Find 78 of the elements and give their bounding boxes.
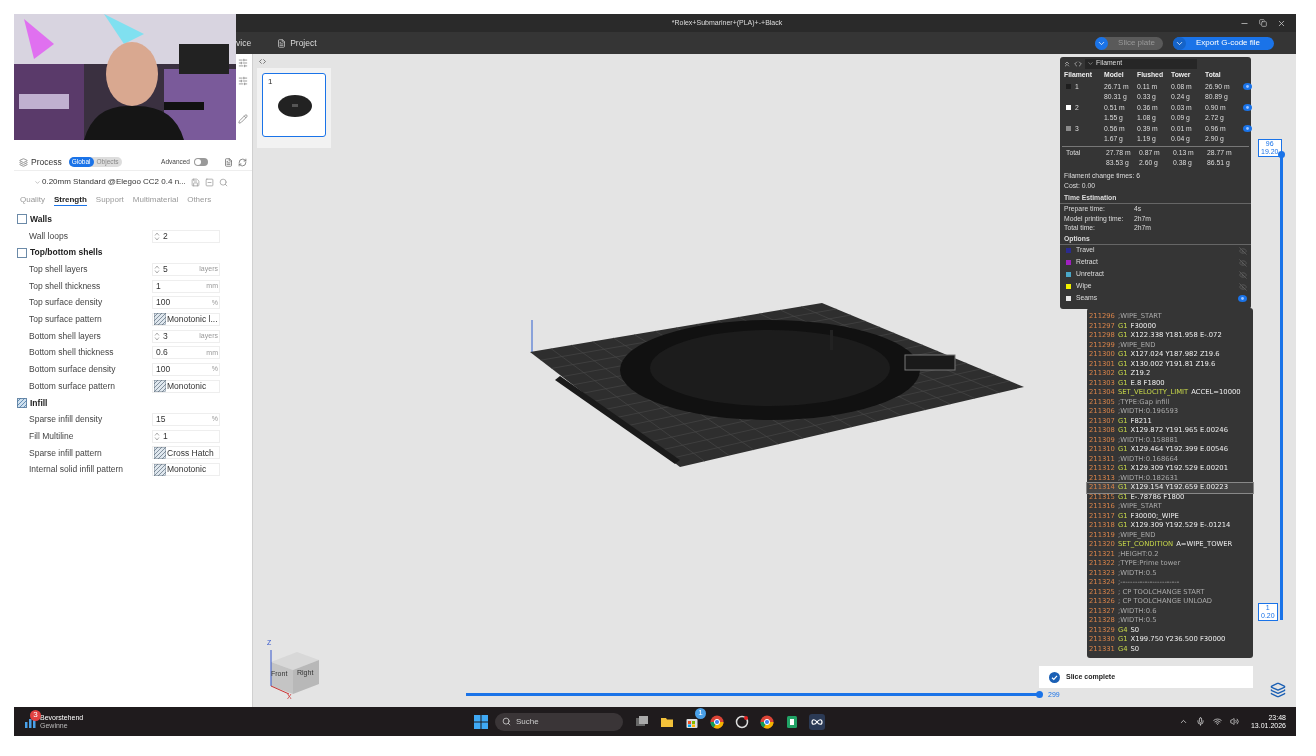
eye-icon[interactable] <box>1243 83 1252 90</box>
move-slider-fill[interactable] <box>466 693 1040 696</box>
chevron-up-icon[interactable] <box>1178 717 1188 726</box>
round-app-icon[interactable] <box>710 714 724 729</box>
layer-slider-fill[interactable] <box>1280 154 1283 620</box>
windows-icon[interactable] <box>474 714 488 729</box>
eye-icon[interactable] <box>1238 295 1247 302</box>
preset-dropdown[interactable]: 0.20mm Standard @Elegoo CC2 0.4 n... <box>34 176 186 188</box>
layers-icon[interactable] <box>1270 682 1286 698</box>
setting-field[interactable]: Monotonic <box>152 379 220 393</box>
hatch-pattern-icon <box>154 463 166 476</box>
setting-field[interactable]: Monotonic l... <box>152 312 220 326</box>
check-circle-icon <box>1049 671 1060 683</box>
wifi-icon[interactable] <box>1212 717 1222 726</box>
setting-label: Bottom surface density <box>29 363 117 376</box>
spin-arrows-icon[interactable] <box>154 264 160 274</box>
setting-label: Top shell layers <box>29 263 89 276</box>
setting-label: Bottom shell thickness <box>29 346 115 360</box>
speaker-icon[interactable] <box>1229 717 1239 726</box>
hatch-square-icon <box>17 397 27 408</box>
hatch-pattern-icon <box>154 446 166 459</box>
save-icon[interactable] <box>190 177 200 187</box>
restore-icon[interactable] <box>1259 18 1267 27</box>
loop-app-icon[interactable] <box>809 713 825 730</box>
hatch-pattern-icon <box>154 380 166 393</box>
document-icon <box>277 38 287 48</box>
plate-thumbnail[interactable]: 1 <box>262 73 326 137</box>
code-icon[interactable] <box>1074 59 1082 68</box>
setting-field[interactable]: Monotonic <box>152 463 220 477</box>
setting-label: Bottom surface pattern <box>29 379 116 393</box>
spin-arrows-icon[interactable] <box>154 231 160 241</box>
setting-label: Sparse infill pattern <box>29 446 103 460</box>
notification-badge: 3 <box>30 709 41 721</box>
setting-label: Internal solid infill pattern <box>29 463 125 477</box>
layers-icon <box>19 157 28 167</box>
pencil-icon[interactable] <box>238 114 248 124</box>
section-title: Infill <box>30 396 48 410</box>
sliders-icon[interactable] <box>238 76 248 86</box>
sliders-icon[interactable] <box>238 58 248 68</box>
setting-field[interactable]: 1 <box>152 429 220 443</box>
sheet-app-icon[interactable] <box>785 714 799 729</box>
export-button[interactable]: Export G-code file <box>1172 36 1274 50</box>
eye-icon[interactable] <box>1243 104 1252 111</box>
panel-title: Process <box>31 155 62 169</box>
section-title: Top/bottom shells <box>30 246 103 260</box>
spin-arrows-icon[interactable] <box>154 331 160 341</box>
toolbar-tab[interactable]: Project <box>277 36 317 50</box>
chevron-down-icon[interactable] <box>1087 60 1094 67</box>
plate-preview-icon <box>277 94 313 118</box>
toolbar-tab[interactable]: vice <box>236 36 252 50</box>
spin-arrows-icon[interactable] <box>154 431 160 441</box>
section-title: Walls <box>30 212 52 226</box>
swap-icon[interactable] <box>238 157 247 167</box>
search-icon[interactable] <box>218 177 228 187</box>
advanced-switch[interactable] <box>194 158 208 166</box>
dial-icon[interactable] <box>735 714 749 729</box>
settings-tab[interactable]: Strength <box>53 194 87 206</box>
setting-label: Fill Multiline <box>29 429 75 443</box>
search-icon <box>502 717 511 726</box>
setting-label: Bottom shell layers <box>29 329 102 343</box>
setting-label: Top surface density <box>29 296 104 310</box>
setting-label: Wall loops <box>29 229 69 243</box>
microphone-icon[interactable] <box>1195 717 1205 726</box>
eye-icon[interactable] <box>1243 125 1252 132</box>
windows-stack-icon[interactable] <box>635 714 649 729</box>
setting-label: Sparse infill density <box>29 413 104 426</box>
document-icon[interactable] <box>224 157 233 167</box>
round-app-icon[interactable] <box>760 714 774 729</box>
square-icon <box>17 247 27 258</box>
setting-field[interactable]: Cross Hatch <box>152 446 220 460</box>
setting-field[interactable]: 2 <box>152 229 220 243</box>
setting-label: Top shell thickness <box>29 279 102 293</box>
setting-label: Top surface pattern <box>29 313 103 326</box>
hatch-pattern-icon <box>154 313 166 326</box>
square-icon <box>17 214 27 225</box>
search-field[interactable]: Suche <box>495 712 623 731</box>
notification-badge: 1 <box>695 707 706 719</box>
close-icon[interactable] <box>1277 18 1286 28</box>
